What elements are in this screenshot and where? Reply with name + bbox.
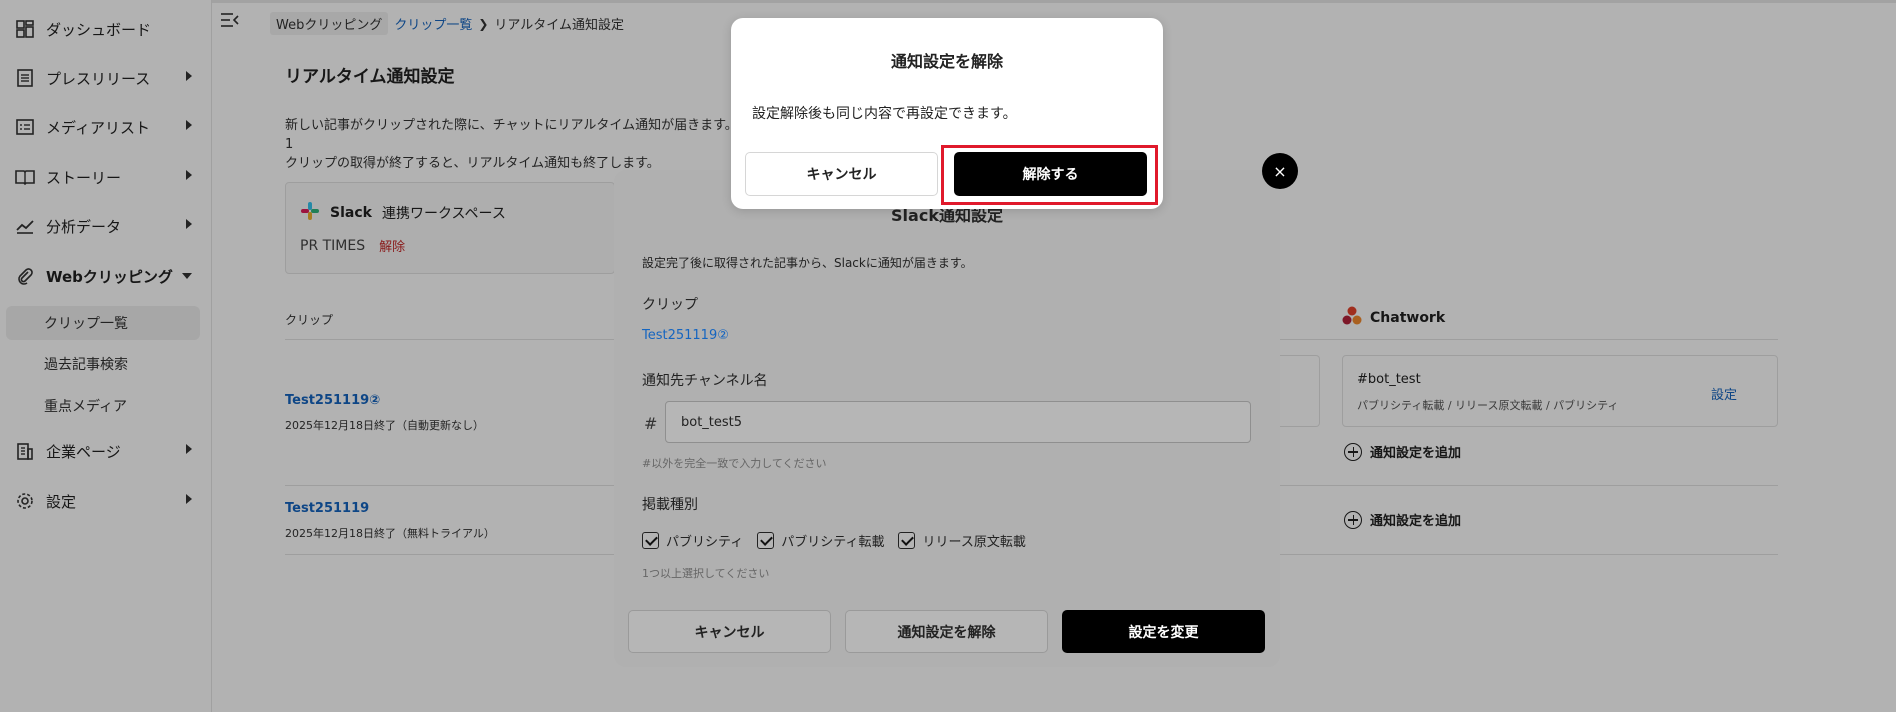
checkbox-checked-icon[interactable] xyxy=(898,532,916,549)
remove-notification-button[interactable]: 通知設定を解除 xyxy=(845,610,1048,653)
channel-name-value: bot_test5 xyxy=(681,414,743,430)
slack-notification-modal: Slack通知設定 設定完了後に取得された記事から、Slackに通知が届きます。… xyxy=(614,170,1280,667)
channel-hint: #以外を完全一致で入力してください xyxy=(642,457,827,470)
highlight-box xyxy=(941,145,1158,205)
channel-name-input[interactable]: bot_test5 xyxy=(665,401,1251,443)
clip-label: クリップ xyxy=(642,297,698,313)
cancel-button[interactable]: キャンセル xyxy=(628,610,831,653)
type-hint: 1つ以上選択してください xyxy=(642,567,770,580)
dialog-title: 通知設定を解除 xyxy=(890,52,1003,71)
dialog-message: 設定解除後も同じ内容で再設定できます。 xyxy=(752,106,1017,122)
close-icon[interactable]: × xyxy=(1262,153,1298,189)
checkbox-label: パブリシティ xyxy=(666,535,744,550)
save-settings-button[interactable]: 設定を変更 xyxy=(1062,610,1265,653)
checkbox-checked-icon[interactable] xyxy=(757,532,775,549)
type-checkbox-release-reprint[interactable]: リリース原文転載 xyxy=(898,531,1026,550)
type-checkbox-group: パブリシティ パブリシティ転載 リリース原文転載 xyxy=(642,531,1026,550)
type-checkbox-publicity[interactable]: パブリシティ xyxy=(642,531,743,550)
hash-prefix: # xyxy=(644,414,658,433)
clip-value-link[interactable]: Test251119② xyxy=(642,328,729,343)
checkbox-label: パブリシティ転載 xyxy=(781,535,885,550)
dialog-cancel-button[interactable]: キャンセル xyxy=(745,152,938,196)
type-label: 掲載種別 xyxy=(642,497,698,513)
channel-label: 通知先チャンネル名 xyxy=(642,373,768,389)
modal-description: 設定完了後に取得された記事から、Slackに通知が届きます。 xyxy=(642,256,973,270)
checkbox-checked-icon[interactable] xyxy=(642,532,659,549)
checkbox-label: リリース原文転載 xyxy=(922,535,1026,550)
type-checkbox-publicity-reprint[interactable]: パブリシティ転載 xyxy=(757,531,884,550)
